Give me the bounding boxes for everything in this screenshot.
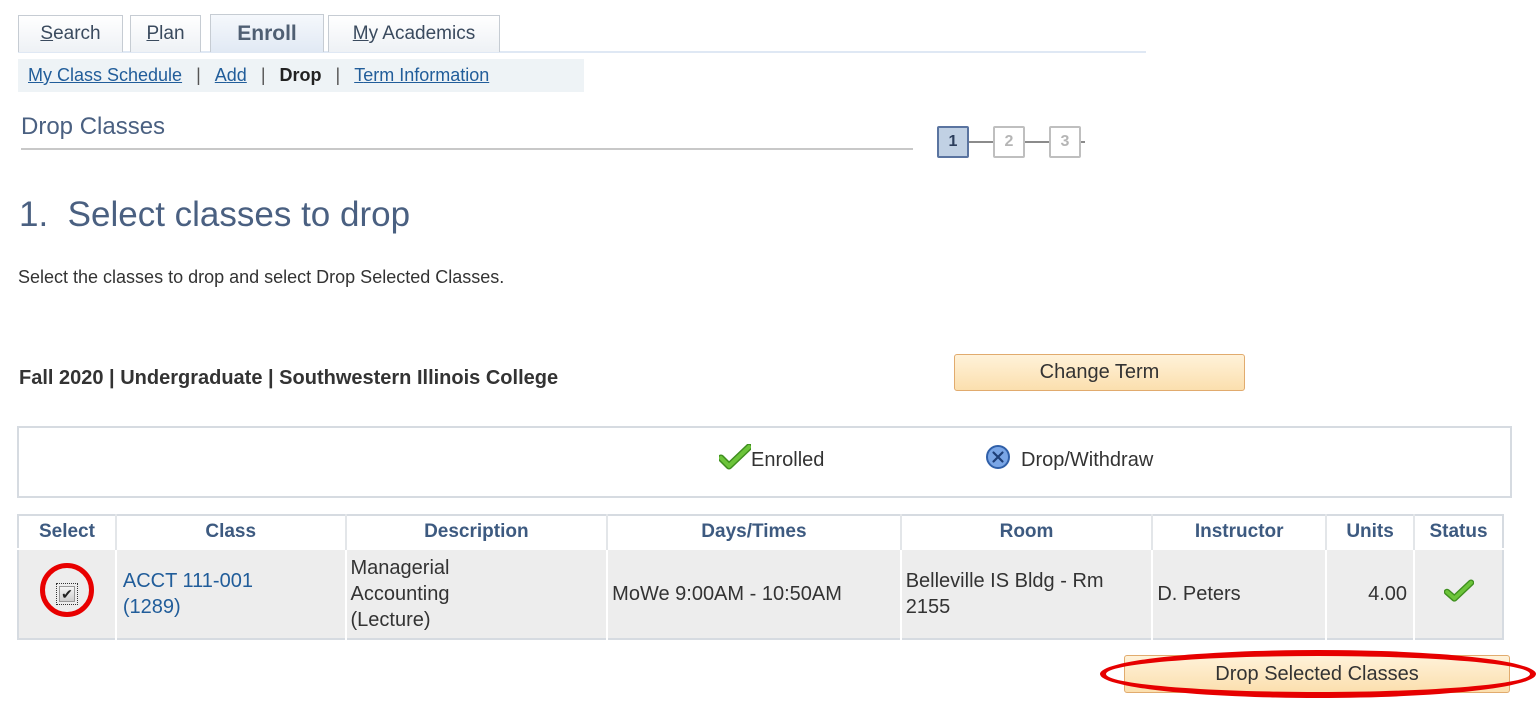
class-cell: ACCT 111-001 (1289) <box>114 548 346 639</box>
change-term-button[interactable]: Change Term <box>954 354 1245 391</box>
step-connector <box>1025 141 1049 143</box>
term-info: Fall 2020 | Undergraduate | Southwestern… <box>19 367 559 389</box>
step-connector-tail <box>1081 141 1085 143</box>
col-header-select: Select <box>18 515 116 549</box>
legend-drop-withdraw-label: Drop/Withdraw <box>1021 448 1154 471</box>
legend-drop-withdraw: Drop/Withdraw <box>985 444 1153 476</box>
table-row: ✔ ACCT 111-001 (1289) Managerial Accounti… <box>18 548 1503 639</box>
col-header-class: Class <box>114 515 346 549</box>
checkmark-icon <box>717 443 753 476</box>
tab-my-academics[interactable]: My Academics <box>328 15 500 52</box>
status-cell <box>1413 548 1503 639</box>
step-3: 3 <box>1049 126 1081 158</box>
col-header-days-times: Days/Times <box>606 515 901 549</box>
drop-selected-classes-label: Drop Selected Classes <box>1215 662 1419 685</box>
class-link[interactable]: ACCT 111-001 (1289) <box>123 570 253 618</box>
col-header-room: Room <box>899 515 1153 549</box>
subnav-drop-current: Drop <box>279 65 322 85</box>
status-legend: Enrolled Drop/Withdraw <box>17 426 1512 498</box>
classes-table: Select Class Description Days/Times Room… <box>17 514 1504 640</box>
subnav-separator: | <box>196 65 201 85</box>
col-header-status: Status <box>1413 515 1503 549</box>
main-tab-strip: Search Plan Enroll My Academics <box>18 14 1146 53</box>
page-title: Drop Classes <box>21 113 166 140</box>
tab-enroll-label: Enroll <box>237 21 297 45</box>
legend-enrolled: Enrolled <box>717 443 825 476</box>
change-term-label: Change Term <box>1039 361 1160 383</box>
days-times-cell: MoWe 9:00AM - 10:50AM <box>606 548 901 639</box>
subnav-my-class-schedule[interactable]: My Class Schedule <box>28 65 182 86</box>
tab-plan-label: Plan <box>146 23 185 44</box>
title-divider <box>21 148 913 150</box>
units-cell: 4.00 <box>1325 548 1415 639</box>
step-1-current: 1 <box>937 126 969 158</box>
tab-enroll[interactable]: Enroll <box>210 14 324 52</box>
col-header-description: Description <box>344 515 608 549</box>
instructor-cell: D. Peters <box>1151 548 1327 639</box>
select-cell: ✔ <box>18 548 116 639</box>
col-header-instructor: Instructor <box>1151 515 1327 549</box>
table-header-row: Select Class Description Days/Times Room… <box>18 515 1503 549</box>
instructions-text: Select the classes to drop and select Dr… <box>18 267 505 287</box>
drop-selected-classes-button[interactable]: Drop Selected Classes <box>1124 655 1510 693</box>
legend-enrolled-label: Enrolled <box>751 448 825 471</box>
step-connector <box>969 141 993 143</box>
col-header-units: Units <box>1325 515 1415 549</box>
tab-plan[interactable]: Plan <box>130 15 201 52</box>
select-class-checkbox[interactable]: ✔ <box>55 583 78 605</box>
subnav-separator: | <box>335 65 341 85</box>
tab-search-label: Search <box>40 23 101 44</box>
room-cell: Belleville IS Bldg - Rm 2155 <box>899 548 1153 639</box>
tab-my-academics-label: My Academics <box>352 23 476 44</box>
subnav-add[interactable]: Add <box>215 65 247 86</box>
subnav-term-information[interactable]: Term Information <box>354 65 489 86</box>
subnav-separator: | <box>260 65 266 85</box>
section-heading: 1. Select classes to drop <box>19 195 411 234</box>
tab-search[interactable]: Search <box>18 15 123 52</box>
description-cell: Managerial Accounting (Lecture) <box>344 548 608 639</box>
checkbox-check-icon: ✔ <box>58 586 75 602</box>
enrolled-checkmark-icon <box>1443 578 1474 608</box>
step-2: 2 <box>993 126 1025 158</box>
step-indicator: 1 2 3 <box>937 126 1085 158</box>
enroll-subnav: My Class Schedule | Add | Drop | Term In… <box>18 59 584 92</box>
drop-circle-x-icon <box>985 444 1011 476</box>
